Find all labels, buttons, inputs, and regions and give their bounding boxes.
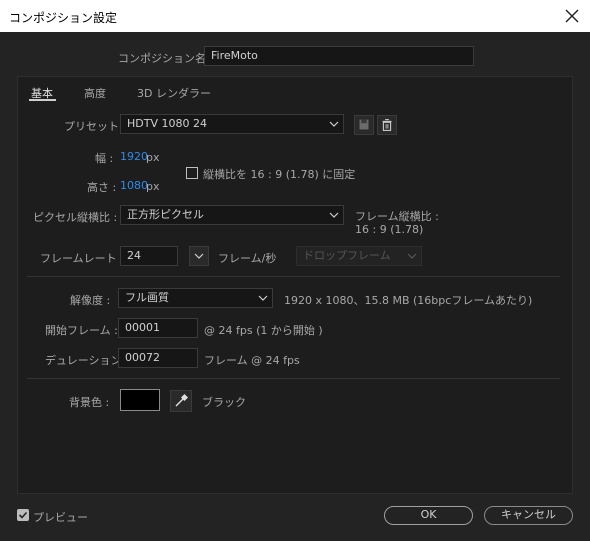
bg-color-label: 背景色 :	[69, 396, 110, 409]
start-frame-label: 開始フレーム :	[45, 324, 118, 337]
chevron-down-icon	[194, 253, 204, 259]
height-unit: px	[146, 180, 160, 193]
pixel-aspect-dropdown[interactable]: 正方形ピクセル	[120, 205, 344, 225]
eyedropper-icon	[175, 393, 189, 407]
bg-color-swatch[interactable]	[120, 389, 160, 411]
resolution-dropdown[interactable]: フル画質	[118, 288, 273, 308]
save-preset-icon	[359, 119, 369, 130]
comp-name-input[interactable]: FireMoto	[204, 46, 474, 66]
bg-color-name: ブラック	[202, 396, 246, 409]
chevron-down-icon	[329, 212, 339, 218]
tab-advanced[interactable]: 高度	[84, 85, 106, 101]
preset-label: プリセット :	[64, 120, 127, 133]
duration-input[interactable]: 00072	[118, 348, 198, 368]
trash-icon	[382, 119, 392, 131]
frame-rate-menu-button[interactable]	[189, 246, 209, 266]
divider	[27, 276, 560, 277]
drop-frame-dropdown: ドロップフレーム	[296, 246, 422, 266]
resolution-info: 1920 x 1080、15.8 MB (16bpcフレームあたり)	[284, 294, 533, 307]
delete-preset-button[interactable]	[377, 115, 397, 135]
close-icon[interactable]	[560, 4, 584, 28]
duration-label: デュレーション :	[45, 354, 129, 367]
eyedropper-button[interactable]	[170, 390, 192, 412]
preview-checkbox[interactable]	[17, 509, 29, 521]
frame-aspect-value: 16 : 9 (1.78)	[355, 223, 424, 236]
resolution-value: フル画質	[125, 291, 169, 304]
chevron-down-icon	[258, 295, 268, 301]
preview-label: プレビュー	[33, 511, 88, 524]
lock-aspect-label: 縦横比を 16 : 9 (1.78) に固定	[203, 168, 356, 181]
width-value[interactable]: 1920	[120, 150, 148, 163]
comp-name-label: コンポジション名 :	[118, 52, 214, 65]
cancel-button[interactable]: キャンセル	[484, 506, 573, 525]
divider	[27, 378, 560, 379]
settings-panel	[17, 76, 573, 494]
title-bar: コンポジション設定	[0, 0, 590, 32]
pixel-aspect-value: 正方形ピクセル	[127, 208, 204, 221]
resolution-label: 解像度 :	[70, 294, 111, 307]
drop-frame-value: ドロップフレーム	[303, 249, 391, 262]
save-preset-button[interactable]	[354, 115, 374, 135]
start-frame-info: @ 24 fps (1 から開始 )	[204, 324, 323, 337]
window-title: コンポジション設定	[9, 11, 118, 25]
width-unit: px	[146, 151, 160, 164]
width-label: 幅 :	[95, 152, 114, 165]
chevron-down-icon	[329, 121, 339, 127]
height-label: 高さ :	[87, 181, 117, 194]
preset-value: HDTV 1080 24	[127, 117, 207, 130]
chevron-down-icon	[407, 253, 417, 259]
frame-rate-unit: フレーム/秒	[218, 252, 277, 265]
preset-dropdown[interactable]: HDTV 1080 24	[120, 114, 344, 134]
tab-basic-underline	[29, 99, 56, 101]
frame-rate-input[interactable]: 24	[120, 246, 178, 266]
ok-button[interactable]: OK	[384, 506, 473, 525]
checkmark-icon	[18, 511, 28, 519]
lock-aspect-checkbox[interactable]	[186, 167, 198, 179]
frame-rate-label: フレームレート :	[40, 252, 124, 265]
pixel-aspect-label: ピクセル縦横比 :	[33, 211, 118, 224]
tab-3d-renderer[interactable]: 3D レンダラー	[137, 85, 211, 101]
height-value[interactable]: 1080	[120, 179, 148, 192]
duration-info: フレーム @ 24 fps	[204, 354, 300, 367]
start-frame-input[interactable]: 00001	[118, 318, 198, 338]
frame-aspect-label: フレーム縦横比 :	[355, 210, 439, 223]
